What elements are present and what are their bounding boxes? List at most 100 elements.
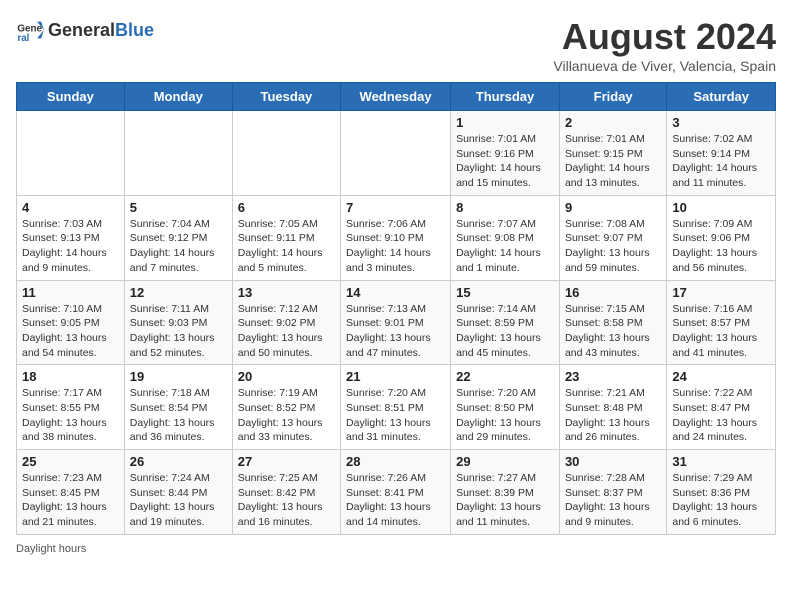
day-number: 9 [565,200,661,215]
calendar-cell: 10 Sunrise: 7:09 AM Sunset: 9:06 PM Dayli… [667,195,776,280]
day-number: 28 [346,454,445,469]
day-info: Sunrise: 7:27 AM Sunset: 8:39 PM Dayligh… [456,471,554,530]
calendar-cell: 14 Sunrise: 7:13 AM Sunset: 9:01 PM Dayli… [341,280,451,365]
calendar-week-row: 1Sunrise: 7:01 AM Sunset: 9:16 PM Daylig… [17,111,776,196]
day-number: 17 [672,285,770,300]
day-number: 22 [456,369,554,384]
calendar-week-row: 18 Sunrise: 7:17 AM Sunset: 8:55 PM Dayli… [17,365,776,450]
calendar-cell: 23 Sunrise: 7:21 AM Sunset: 8:48 PM Dayli… [559,365,666,450]
day-of-week-header: Monday [124,83,232,111]
calendar-cell: 22 Sunrise: 7:20 AM Sunset: 8:50 PM Dayli… [451,365,560,450]
day-info: Sunrise: 7:24 AM Sunset: 8:44 PM Dayligh… [130,471,227,530]
day-number: 24 [672,369,770,384]
calendar-week-row: 25Sunrise: 7:23 AM Sunset: 8:45 PM Dayli… [17,450,776,535]
calendar-cell: 17 Sunrise: 7:16 AM Sunset: 8:57 PM Dayli… [667,280,776,365]
calendar-cell: 15 Sunrise: 7:14 AM Sunset: 8:59 PM Dayli… [451,280,560,365]
day-of-week-header: Thursday [451,83,560,111]
day-number: 18 [22,369,119,384]
day-info: Sunrise: 7:29 AM Sunset: 8:36 PM Dayligh… [672,471,770,530]
page-header: Gene ral GeneralBlue August 2024 Villanu… [16,16,776,74]
day-info: Sunrise: 7:28 AM Sunset: 8:37 PM Dayligh… [565,471,661,530]
calendar-cell: 3 Sunrise: 7:02 AM Sunset: 9:14 PM Daylig… [667,111,776,196]
day-of-week-header: Tuesday [232,83,340,111]
day-info: Sunrise: 7:15 AM Sunset: 8:58 PM Dayligh… [565,302,661,361]
calendar-cell: 24 Sunrise: 7:22 AM Sunset: 8:47 PM Dayli… [667,365,776,450]
day-number: 14 [346,285,445,300]
day-number: 3 [672,115,770,130]
calendar-cell: 7Sunrise: 7:06 AM Sunset: 9:10 PM Daylig… [341,195,451,280]
month-year-title: August 2024 [553,16,776,58]
calendar-header-row: SundayMondayTuesdayWednesdayThursdayFrid… [17,83,776,111]
day-number: 16 [565,285,661,300]
logo-icon: Gene ral [16,16,44,44]
logo-text-general: General [48,20,115,40]
day-number: 1 [456,115,554,130]
calendar-cell: 31 Sunrise: 7:29 AM Sunset: 8:36 PM Dayli… [667,450,776,535]
calendar-cell: 26 Sunrise: 7:24 AM Sunset: 8:44 PM Dayli… [124,450,232,535]
daylight-hours-label: Daylight hours [16,543,86,555]
calendar-cell: 21 Sunrise: 7:20 AM Sunset: 8:51 PM Dayli… [341,365,451,450]
calendar-week-row: 11Sunrise: 7:10 AM Sunset: 9:05 PM Dayli… [17,280,776,365]
day-info: Sunrise: 7:03 AM Sunset: 9:13 PM Dayligh… [22,217,119,276]
calendar-footer: Daylight hours [16,543,776,555]
day-info: Sunrise: 7:26 AM Sunset: 8:41 PM Dayligh… [346,471,445,530]
calendar-cell: 16 Sunrise: 7:15 AM Sunset: 8:58 PM Dayli… [559,280,666,365]
day-info: Sunrise: 7:20 AM Sunset: 8:50 PM Dayligh… [456,386,554,445]
day-info: Sunrise: 7:21 AM Sunset: 8:48 PM Dayligh… [565,386,661,445]
day-of-week-header: Wednesday [341,83,451,111]
calendar-cell [124,111,232,196]
day-info: Sunrise: 7:07 AM Sunset: 9:08 PM Dayligh… [456,217,554,276]
day-number: 13 [238,285,335,300]
calendar-cell: 11Sunrise: 7:10 AM Sunset: 9:05 PM Dayli… [17,280,125,365]
day-number: 31 [672,454,770,469]
calendar-cell: 25Sunrise: 7:23 AM Sunset: 8:45 PM Dayli… [17,450,125,535]
calendar-cell [17,111,125,196]
calendar-cell: 20 Sunrise: 7:19 AM Sunset: 8:52 PM Dayli… [232,365,340,450]
day-number: 20 [238,369,335,384]
day-number: 23 [565,369,661,384]
logo-text-blue: Blue [115,20,154,40]
calendar-cell: 5Sunrise: 7:04 AM Sunset: 9:12 PM Daylig… [124,195,232,280]
svg-text:ral: ral [17,33,29,44]
day-info: Sunrise: 7:16 AM Sunset: 8:57 PM Dayligh… [672,302,770,361]
day-number: 21 [346,369,445,384]
calendar-cell: 8 Sunrise: 7:07 AM Sunset: 9:08 PM Daylig… [451,195,560,280]
day-number: 12 [130,285,227,300]
day-info: Sunrise: 7:12 AM Sunset: 9:02 PM Dayligh… [238,302,335,361]
day-number: 4 [22,200,119,215]
day-info: Sunrise: 7:25 AM Sunset: 8:42 PM Dayligh… [238,471,335,530]
day-number: 10 [672,200,770,215]
day-number: 8 [456,200,554,215]
calendar-cell [232,111,340,196]
day-info: Sunrise: 7:13 AM Sunset: 9:01 PM Dayligh… [346,302,445,361]
calendar-cell: 13 Sunrise: 7:12 AM Sunset: 9:02 PM Dayli… [232,280,340,365]
day-info: Sunrise: 7:19 AM Sunset: 8:52 PM Dayligh… [238,386,335,445]
day-info: Sunrise: 7:17 AM Sunset: 8:55 PM Dayligh… [22,386,119,445]
calendar-cell [341,111,451,196]
day-number: 15 [456,285,554,300]
logo: Gene ral GeneralBlue [16,16,154,44]
day-info: Sunrise: 7:01 AM Sunset: 9:15 PM Dayligh… [565,132,661,191]
day-number: 26 [130,454,227,469]
calendar-body: 1Sunrise: 7:01 AM Sunset: 9:16 PM Daylig… [17,111,776,535]
day-number: 30 [565,454,661,469]
day-number: 27 [238,454,335,469]
calendar-cell: 6Sunrise: 7:05 AM Sunset: 9:11 PM Daylig… [232,195,340,280]
day-info: Sunrise: 7:14 AM Sunset: 8:59 PM Dayligh… [456,302,554,361]
day-number: 2 [565,115,661,130]
day-info: Sunrise: 7:20 AM Sunset: 8:51 PM Dayligh… [346,386,445,445]
calendar-cell: 18 Sunrise: 7:17 AM Sunset: 8:55 PM Dayli… [17,365,125,450]
day-info: Sunrise: 7:05 AM Sunset: 9:11 PM Dayligh… [238,217,335,276]
day-info: Sunrise: 7:02 AM Sunset: 9:14 PM Dayligh… [672,132,770,191]
day-info: Sunrise: 7:18 AM Sunset: 8:54 PM Dayligh… [130,386,227,445]
calendar-cell: 4 Sunrise: 7:03 AM Sunset: 9:13 PM Daylig… [17,195,125,280]
day-info: Sunrise: 7:09 AM Sunset: 9:06 PM Dayligh… [672,217,770,276]
calendar-cell: 2 Sunrise: 7:01 AM Sunset: 9:15 PM Daylig… [559,111,666,196]
day-number: 7 [346,200,445,215]
day-number: 29 [456,454,554,469]
calendar-table: SundayMondayTuesdayWednesdayThursdayFrid… [16,82,776,535]
day-info: Sunrise: 7:22 AM Sunset: 8:47 PM Dayligh… [672,386,770,445]
day-of-week-header: Sunday [17,83,125,111]
day-number: 5 [130,200,227,215]
calendar-cell: 1Sunrise: 7:01 AM Sunset: 9:16 PM Daylig… [451,111,560,196]
